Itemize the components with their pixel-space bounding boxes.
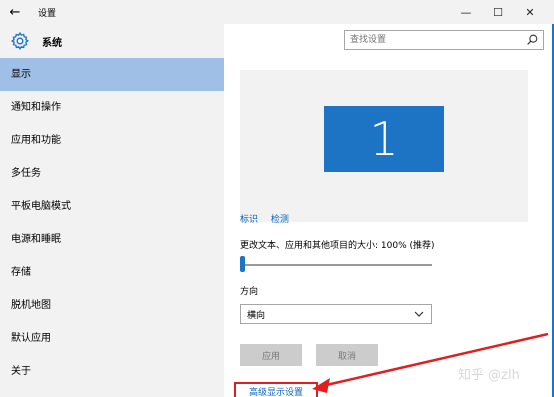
section-title: 系统	[42, 37, 62, 49]
display-links: 标识 检测	[240, 212, 299, 225]
detect-link[interactable]: 检测	[271, 215, 289, 225]
window-controls: — ☐ ✕	[450, 0, 546, 24]
sidebar-item-apps-features[interactable]: 应用和功能	[0, 124, 224, 157]
sidebar-item-offline-maps[interactable]: 脱机地图	[0, 289, 224, 322]
sidebar-item-multitasking[interactable]: 多任务	[0, 157, 224, 190]
title-bar: ← 设置 — ☐ ✕	[0, 0, 554, 24]
search-input[interactable]	[350, 32, 525, 48]
back-arrow-icon: ←	[9, 4, 21, 20]
search-box[interactable]	[344, 30, 544, 50]
orientation-value: 横向	[247, 310, 266, 321]
advanced-display-settings-link[interactable]: 高级显示设置	[234, 382, 318, 397]
scale-slider-track[interactable]	[242, 264, 432, 266]
maximize-button[interactable]: ☐	[482, 0, 514, 24]
gear-icon	[10, 31, 30, 50]
orientation-dropdown[interactable]: 横向	[240, 304, 432, 324]
sidebar-item-power-sleep[interactable]: 电源和睡眠	[0, 223, 224, 256]
search-icon[interactable]	[525, 33, 539, 47]
sidebar-nav: 显示 通知和操作 应用和功能 多任务 平板电脑模式 电源和睡眠 存储 脱机地图 …	[0, 58, 224, 388]
sidebar-item-about[interactable]: 关于	[0, 355, 224, 388]
minimize-button[interactable]: —	[450, 0, 482, 24]
apply-button[interactable]: 应用	[240, 344, 302, 366]
sidebar-item-notifications[interactable]: 通知和操作	[0, 91, 224, 124]
sidebar-item-display[interactable]: 显示	[0, 58, 224, 91]
scale-slider-thumb[interactable]	[240, 256, 245, 272]
sidebar-item-storage[interactable]: 存储	[0, 256, 224, 289]
maximize-icon: ☐	[493, 5, 503, 19]
scale-label: 更改文本、应用和其他项目的大小: 100% (推荐)	[240, 241, 435, 251]
system-header: 系统	[0, 24, 224, 58]
window-title: 设置	[38, 8, 57, 19]
close-button[interactable]: ✕	[514, 0, 546, 24]
main-content: 1 标识 检测 更改文本、应用和其他项目的大小: 100% (推荐) 方向 横向…	[224, 24, 554, 397]
display-preview-area: 1	[240, 70, 528, 222]
orientation-label: 方向	[240, 287, 259, 297]
sidebar: 系统 显示 通知和操作 应用和功能 多任务 平板电脑模式 电源和睡眠 存储 脱机…	[0, 24, 224, 397]
cancel-button[interactable]: 取消	[316, 344, 378, 366]
minimize-icon: —	[460, 5, 472, 19]
settings-window: ← 设置 — ☐ ✕ 系统 显示 通知和操作 应用和功能 多任务 平板电脑模式 …	[0, 0, 554, 397]
watermark: 知乎 @zlh	[458, 368, 520, 383]
chevron-down-icon	[414, 311, 424, 317]
sidebar-item-tablet-mode[interactable]: 平板电脑模式	[0, 190, 224, 223]
monitor-tile[interactable]: 1	[324, 106, 444, 172]
back-button[interactable]: ←	[0, 0, 30, 24]
identify-link[interactable]: 标识	[240, 215, 258, 225]
close-icon: ✕	[525, 5, 535, 19]
sidebar-item-default-apps[interactable]: 默认应用	[0, 322, 224, 355]
